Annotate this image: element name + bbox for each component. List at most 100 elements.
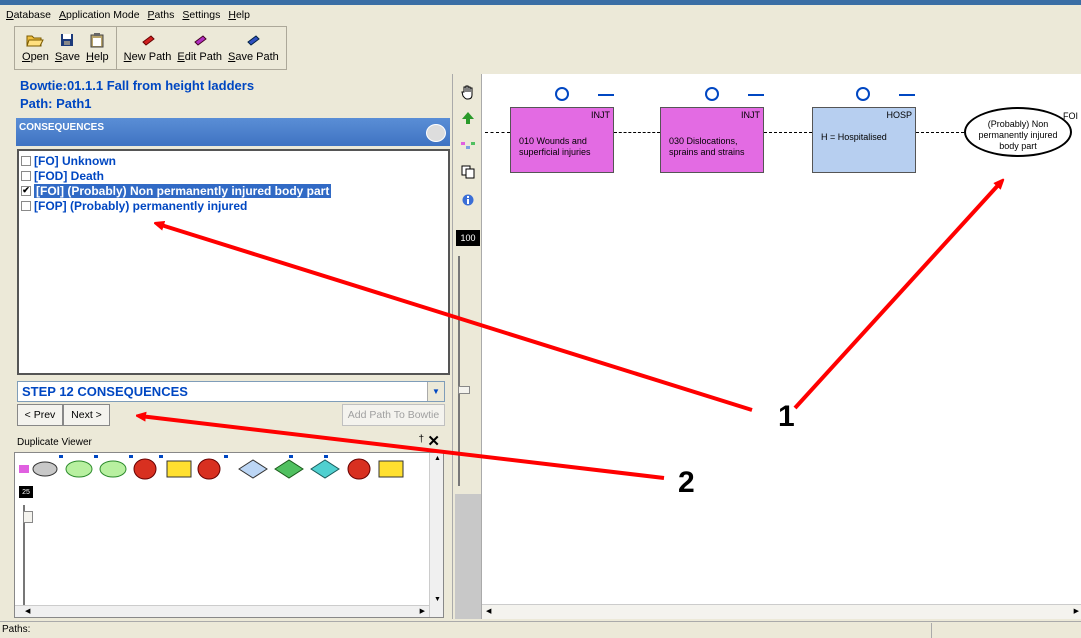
step-select[interactable]: STEP 12 CONSEQUENCES ▼ xyxy=(17,381,445,402)
node-code: HOSP xyxy=(886,110,912,120)
node-wounds[interactable]: INJT 010 Wounds and superficial injuries xyxy=(510,107,614,173)
save-path-label: Save Path xyxy=(228,51,279,63)
consequence-item-foi[interactable]: ✔ [FOI] (Probably) Non permanently injur… xyxy=(19,183,448,198)
node-ring-icon[interactable] xyxy=(856,87,870,101)
save-path-button[interactable]: Save Path xyxy=(225,29,282,67)
next-button[interactable]: Next > xyxy=(63,404,110,426)
node-dash-icon[interactable] xyxy=(598,94,614,96)
edit-path-icon xyxy=(191,32,209,48)
pin-icon[interactable]: † xyxy=(418,434,424,445)
menu-application-mode[interactable]: Application Mode xyxy=(55,9,144,21)
help-label: Help xyxy=(86,51,109,63)
slider-knob[interactable] xyxy=(23,511,33,523)
consequences-header-label: CONSEQUENCES xyxy=(19,122,105,133)
floppy-disk-icon xyxy=(58,32,76,48)
outcome-label: (Probably) Non permanently injured body … xyxy=(978,119,1058,151)
bowtie-title: Bowtie:01.1.1 Fall from height ladders xyxy=(20,78,255,93)
consequence-label: [FOD] Death xyxy=(34,168,104,183)
status-cell xyxy=(931,623,1081,638)
step-select-value: STEP 12 CONSEQUENCES xyxy=(22,384,188,399)
toolbar-path-group: New Path Edit Path Save Path xyxy=(115,27,286,69)
app-window: Database Application Mode Paths Settings… xyxy=(0,0,1081,638)
new-path-button[interactable]: New Path xyxy=(121,29,175,67)
close-icon[interactable]: ✕ xyxy=(427,432,440,450)
node-dash-icon[interactable] xyxy=(748,94,764,96)
open-button[interactable]: Open xyxy=(19,29,52,67)
diagram-tool-column: 100 xyxy=(452,74,482,619)
status-bar: Paths: xyxy=(0,621,1081,638)
consequence-item-fop[interactable]: [FOP] (Probably) permanently injured xyxy=(19,198,448,213)
scroll-down-icon[interactable]: ▼ xyxy=(434,596,441,603)
consequence-item-fo[interactable]: [FO] Unknown xyxy=(19,153,448,168)
consequence-checkbox[interactable] xyxy=(21,155,31,166)
node-code: INJT xyxy=(741,110,760,120)
chevron-down-icon[interactable]: ▼ xyxy=(427,382,444,401)
node-hospitalised[interactable]: HOSP H = Hospitalised xyxy=(812,107,916,173)
duplicate-horizontal-scrollbar[interactable]: ◀ ▶ xyxy=(15,605,429,617)
outcome-node[interactable]: FOI (Probably) Non permanently injured b… xyxy=(964,107,1078,157)
scroll-right-icon[interactable]: ▶ xyxy=(420,607,425,615)
consequence-item-fod[interactable]: [FOD] Death xyxy=(19,168,448,183)
scroll-up-icon[interactable]: ▲ xyxy=(434,455,441,462)
duplicate-thumbnails xyxy=(19,455,439,483)
consequence-checkbox[interactable] xyxy=(21,200,31,211)
diagram-horizontal-scrollbar[interactable]: ◀ ▶ xyxy=(482,604,1081,619)
toolbar: Open Save Help New Path Edit Path Save P… xyxy=(14,26,287,70)
clipboard-icon xyxy=(88,32,106,48)
add-path-to-bowtie-button[interactable]: Add Path To Bowtie xyxy=(342,404,445,426)
bowtie-thumbnail-strip[interactable] xyxy=(19,455,439,483)
path-connector xyxy=(764,132,812,133)
save-button[interactable]: Save xyxy=(52,29,83,67)
duplicate-zoom-level: 25 xyxy=(19,486,33,498)
path-connector xyxy=(614,132,660,133)
duplicate-viewer-title: Duplicate Viewer xyxy=(17,436,92,448)
hand-pan-icon[interactable] xyxy=(460,84,476,100)
bowtie-panel: Bowtie:01.1.1 Fall from height ladders P… xyxy=(14,74,452,434)
diagram-zoom-slider[interactable] xyxy=(458,256,478,486)
callout-1: 1 xyxy=(778,400,795,433)
node-label: 010 Wounds and superficial injuries xyxy=(519,136,591,157)
menu-database[interactable]: Database xyxy=(2,9,55,21)
node-label: 030 Dislocations, sprains and strains xyxy=(669,136,745,157)
prev-button[interactable]: < Prev xyxy=(17,404,63,426)
duplicate-viewer-header: Duplicate Viewer † ✕ xyxy=(14,432,442,450)
node-label: H = Hospitalised xyxy=(821,132,887,142)
up-arrow-icon[interactable] xyxy=(460,110,476,126)
new-path-icon xyxy=(139,32,157,48)
callout-2: 2 xyxy=(678,466,695,499)
copy-icon[interactable] xyxy=(460,164,476,180)
status-paths: Paths: xyxy=(2,624,31,635)
outcome-code: FOI xyxy=(1063,111,1078,121)
node-dislocations[interactable]: INJT 030 Dislocations, sprains and strai… xyxy=(660,107,764,173)
consequences-list: [FO] Unknown [FOD] Death ✔ [FOI] (Probab… xyxy=(17,149,450,375)
consequence-label: [FOI] (Probably) Non permanently injured… xyxy=(34,183,332,198)
scroll-left-icon[interactable]: ◀ xyxy=(486,607,491,615)
menu-help[interactable]: Help xyxy=(224,9,254,21)
duplicate-viewer: 25 ▲ ▼ ◀ ▶ xyxy=(14,452,444,618)
consequence-checkbox[interactable] xyxy=(21,170,31,181)
toolbar-file-group: Open Save Help xyxy=(15,27,116,69)
clock-icon[interactable] xyxy=(426,124,446,142)
consequence-checkbox-checked[interactable]: ✔ xyxy=(21,185,31,196)
node-ring-icon[interactable] xyxy=(555,87,569,101)
menu-bar: Database Application Mode Paths Settings… xyxy=(0,5,1081,25)
path-connector xyxy=(916,132,964,133)
slider-knob[interactable] xyxy=(458,386,470,394)
layout-icon[interactable] xyxy=(460,138,476,154)
consequence-label: [FOP] (Probably) permanently injured xyxy=(34,198,248,213)
menu-settings[interactable]: Settings xyxy=(178,9,224,21)
bowtie-path: Path: Path1 xyxy=(20,96,92,111)
help-button[interactable]: Help xyxy=(83,29,112,67)
node-dash-icon[interactable] xyxy=(899,94,915,96)
node-code: INJT xyxy=(591,110,610,120)
duplicate-vertical-scrollbar[interactable]: ▲ ▼ xyxy=(429,453,443,617)
edit-path-button[interactable]: Edit Path xyxy=(174,29,225,67)
consequences-header: CONSEQUENCES xyxy=(16,118,450,146)
scroll-left-icon[interactable]: ◀ xyxy=(25,607,30,615)
menu-paths[interactable]: Paths xyxy=(144,9,179,21)
info-icon[interactable] xyxy=(460,192,476,208)
node-ring-icon[interactable] xyxy=(705,87,719,101)
scroll-right-icon[interactable]: ▶ xyxy=(1074,607,1079,615)
duplicate-zoom-slider[interactable] xyxy=(23,505,37,605)
diagram-zoom-level: 100 xyxy=(456,230,480,246)
